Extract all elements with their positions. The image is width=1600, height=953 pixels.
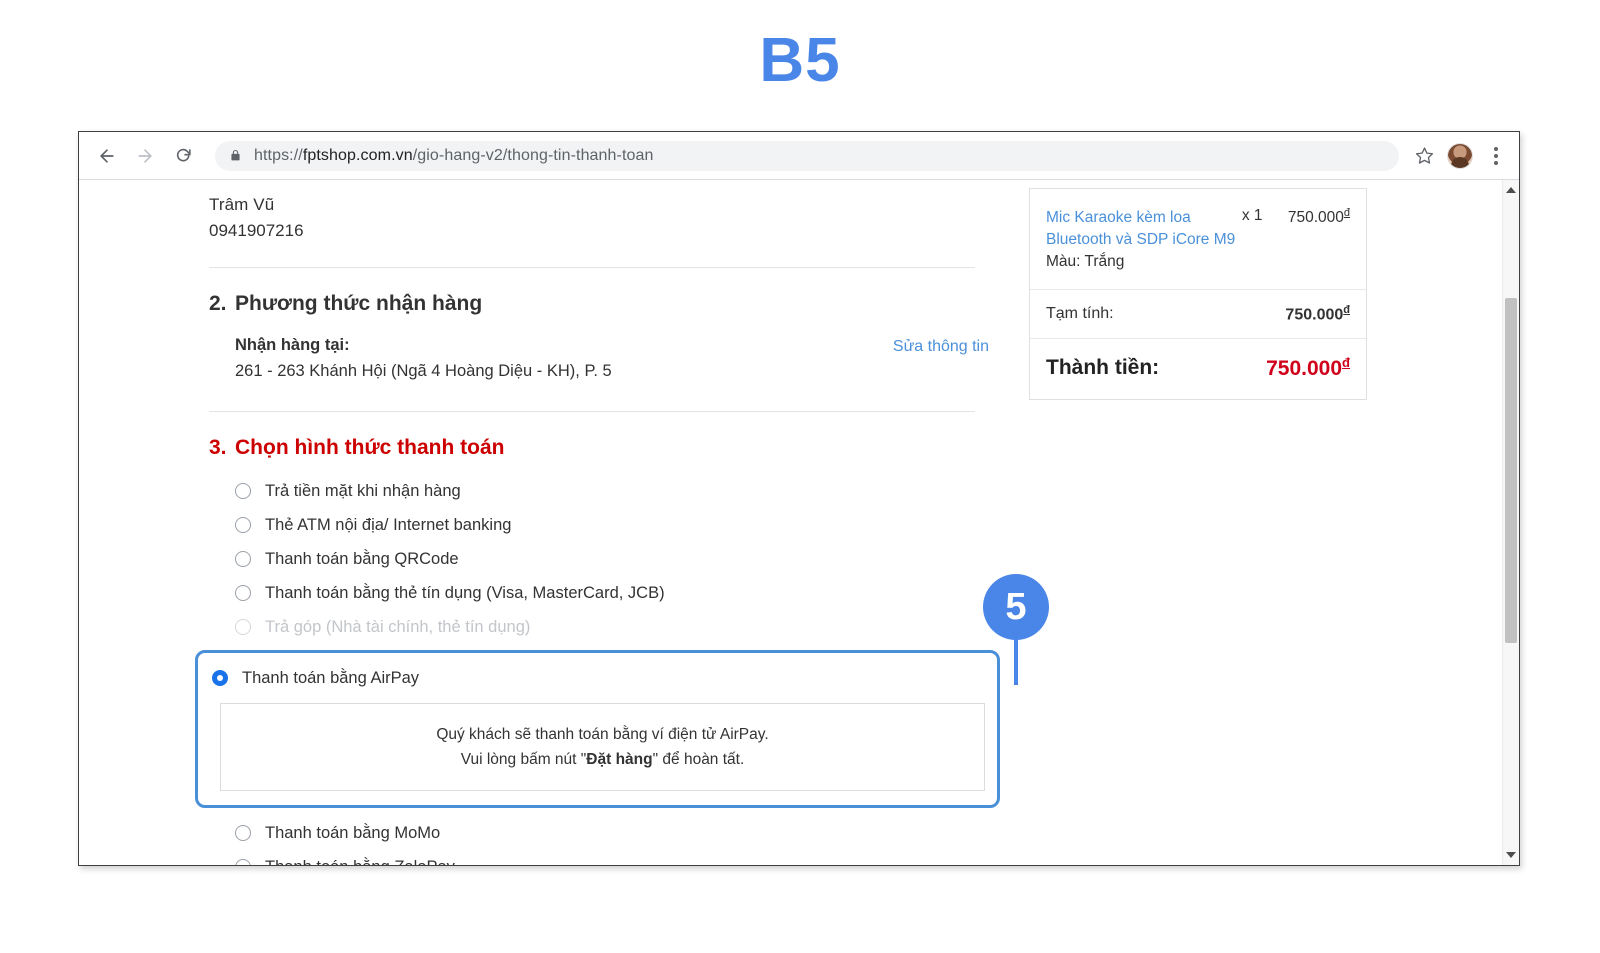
airpay-note-line1: Quý khách sẽ thanh toán bằng ví điện tử … [436, 726, 769, 744]
summary-line-item: Mic Karaoke kèm loa Bluetooth và SDP iCo… [1030, 189, 1366, 290]
recipient-name: Trâm Vũ [209, 195, 275, 214]
summary-subtotal-value: 750.000 [1285, 306, 1344, 324]
recipient-phone: 0941907216 [209, 221, 304, 241]
summary-item-price-value: 750.000 [1287, 209, 1344, 227]
profile-avatar[interactable] [1447, 142, 1473, 169]
payment-options-list-after: Thanh toán bằng MoMo Thanh toán bằng Zal… [209, 816, 989, 865]
url-text: https://fptshop.com.vn/gio-hang-v2/thong… [254, 147, 654, 165]
shipping-section-title: Phương thức nhận hàng [235, 291, 483, 315]
arrow-left-icon[interactable] [91, 140, 123, 172]
summary-item-qty: x 1 [1241, 207, 1263, 224]
order-summary-card: Mic Karaoke kèm loa Bluetooth và SDP iCo… [1029, 188, 1367, 401]
currency-symbol: đ [1343, 207, 1350, 219]
summary-total-label: Thành tiền: [1046, 356, 1160, 380]
step-badge: 5 [983, 574, 1049, 640]
currency-symbol: đ [1343, 304, 1350, 316]
payment-option-installment: Trả góp (Nhà tài chính, thẻ tín dụng) [235, 610, 989, 644]
radio-icon[interactable] [212, 670, 228, 687]
payment-option-zalopay[interactable]: Thanh toán bằng ZaloPay [235, 850, 989, 865]
shipping-section-heading: 2. Phương thức nhận hàng [209, 292, 989, 316]
edit-info-link[interactable]: Sửa thông tin [893, 334, 989, 360]
recipient-info: Trâm Vũ 0941907216 [209, 180, 989, 245]
payment-option-credit-card[interactable]: Thanh toán bằng thẻ tín dụng (Visa, Mast… [235, 576, 989, 610]
browser-toolbar: https://fptshop.com.vn/gio-hang-v2/thong… [79, 132, 1519, 180]
url-scheme: https:// [254, 146, 303, 164]
payment-option-label: Trả tiền mặt khi nhận hàng [265, 481, 461, 500]
payment-option-cash[interactable]: Trả tiền mặt khi nhận hàng [235, 474, 989, 508]
radio-icon[interactable] [235, 585, 251, 602]
divider-top [209, 266, 975, 268]
toolbar-right-group [1409, 141, 1507, 171]
checkout-left-column: Trâm Vũ 0941907216 2. Phương thức nhận h… [195, 180, 1000, 865]
summary-item-variant: Màu: Trắng [1046, 253, 1125, 270]
kebab-menu-icon[interactable] [1485, 146, 1507, 165]
radio-icon[interactable] [235, 517, 251, 534]
summary-item-price: 750.000đ [1288, 207, 1350, 273]
radio-icon[interactable] [235, 825, 251, 842]
payment-option-label: Thanh toán bằng QRCode [265, 549, 459, 568]
scrollbar-thumb[interactable] [1505, 298, 1517, 643]
pickup-address: 261 - 263 Khánh Hội (Ngã 4 Hoàng Diệu - … [235, 362, 612, 381]
radio-icon[interactable] [235, 483, 251, 500]
summary-subtotal-label: Tạm tính: [1046, 305, 1114, 323]
page-viewport: Trâm Vũ 0941907216 2. Phương thức nhận h… [79, 180, 1519, 865]
step-title: B5 [759, 26, 841, 95]
scroll-up-arrow-icon[interactable] [1503, 182, 1519, 198]
payment-option-label: Thanh toán bằng thẻ tín dụng (Visa, Mast… [265, 583, 665, 602]
page-scrollbar[interactable] [1502, 180, 1519, 865]
browser-window: https://fptshop.com.vn/gio-hang-v2/thong… [78, 131, 1520, 866]
payment-option-label: Thẻ ATM nội địa/ Internet banking [265, 515, 512, 534]
arrow-right-icon[interactable] [129, 140, 161, 172]
summary-total-value: 750.000 [1266, 357, 1343, 381]
reload-icon[interactable] [167, 140, 199, 172]
payment-section-title: Chọn hình thức thanh toán [235, 436, 505, 460]
payment-options-list-before: Trả tiền mặt khi nhận hàng Thẻ ATM nội đ… [209, 474, 989, 644]
payment-option-momo[interactable]: Thanh toán bằng MoMo [235, 816, 989, 850]
radio-icon [235, 619, 251, 636]
divider-middle [209, 411, 975, 413]
screenshot-root: B5 https://fptshop.com.vn/gio-hang-v2/th… [0, 0, 1600, 953]
currency-symbol: đ [1342, 355, 1350, 371]
shipping-section-number: 2. [209, 291, 227, 315]
pickup-info: Nhận hàng tại: 261 - 263 Khánh Hội (Ngã … [209, 332, 989, 385]
pickup-label: Nhận hàng tại: [235, 335, 350, 354]
payment-section-heading: 3. Chọn hình thức thanh toán [209, 436, 989, 460]
airpay-note-suffix: " để hoàn tất. [652, 751, 745, 769]
summary-subtotal-value-block: 750.000đ [1285, 304, 1350, 324]
url-path: /gio-hang-v2/thong-tin-thanh-toan [412, 146, 654, 164]
summary-item-name-block: Mic Karaoke kèm loa Bluetooth và SDP iCo… [1046, 207, 1238, 273]
address-bar[interactable]: https://fptshop.com.vn/gio-hang-v2/thong… [215, 140, 1399, 171]
airpay-note-box: Quý khách sẽ thanh toán bằng ví điện tử … [220, 703, 985, 792]
payment-option-label: Thanh toán bằng ZaloPay [265, 858, 455, 865]
summary-item-name[interactable]: Mic Karaoke kèm loa Bluetooth và SDP iCo… [1046, 209, 1235, 248]
summary-total-value-block: 750.000đ [1266, 355, 1350, 381]
scroll-down-arrow-icon[interactable] [1503, 847, 1519, 863]
airpay-note-bold: Đặt hàng [586, 751, 653, 769]
radio-icon[interactable] [235, 859, 251, 865]
payment-option-atm[interactable]: Thẻ ATM nội địa/ Internet banking [235, 508, 989, 542]
payment-option-label: Thanh toán bằng AirPay [242, 668, 420, 687]
payment-option-label: Trả góp (Nhà tài chính, thẻ tín dụng) [265, 617, 531, 636]
lock-icon [229, 148, 242, 163]
airpay-note-line2: Vui lòng bấm nút "Đặt hàng" để hoàn tất. [231, 747, 974, 772]
summary-total-row: Thành tiền: 750.000đ [1030, 339, 1366, 399]
page-content: Trâm Vũ 0941907216 2. Phương thức nhận h… [79, 180, 1489, 865]
url-host: fptshop.com.vn [302, 146, 413, 164]
star-icon[interactable] [1409, 141, 1439, 171]
selected-payment-highlight: Thanh toán bằng AirPay Quý khách sẽ than… [195, 650, 1000, 809]
airpay-note-prefix: Vui lòng bấm nút " [460, 751, 587, 769]
radio-icon[interactable] [235, 551, 251, 568]
payment-option-label: Thanh toán bằng MoMo [265, 823, 441, 842]
payment-option-qrcode[interactable]: Thanh toán bằng QRCode [235, 542, 989, 576]
summary-subtotal-row: Tạm tính: 750.000đ [1030, 290, 1366, 340]
payment-section-number: 3. [209, 436, 227, 460]
payment-option-airpay[interactable]: Thanh toán bằng AirPay [198, 663, 981, 693]
